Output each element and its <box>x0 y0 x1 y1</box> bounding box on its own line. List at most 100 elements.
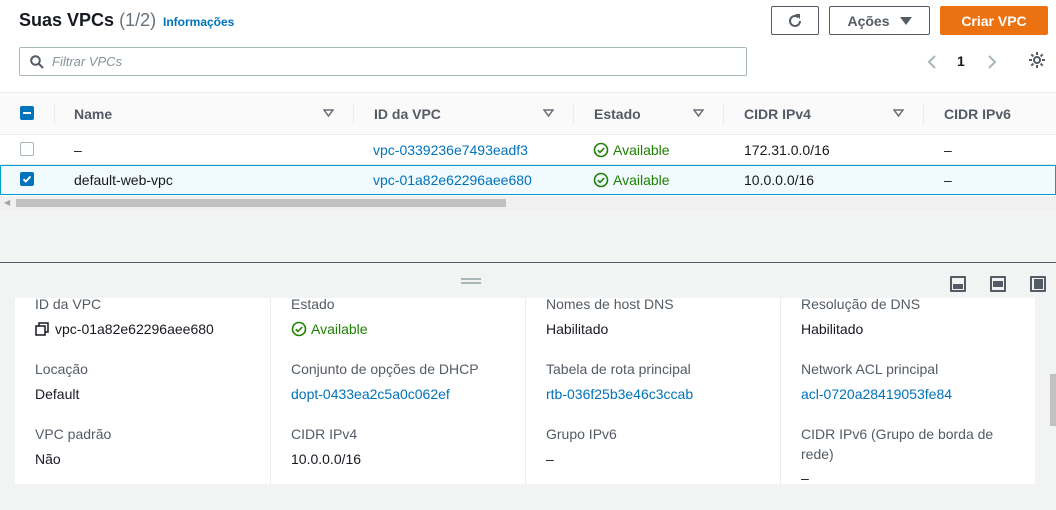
indeterminate-mark <box>23 112 31 114</box>
row-checkbox[interactable] <box>20 172 34 186</box>
column-separator <box>54 103 55 125</box>
row-checkbox[interactable] <box>20 142 34 156</box>
default-vpc-label: VPC padrão <box>35 426 112 442</box>
vpc-id-text: vpc-01a82e62296aee680 <box>55 321 214 337</box>
col-header-vpc-id[interactable]: ID da VPC <box>374 106 441 122</box>
state-text: Available <box>311 321 368 337</box>
scrollbar-thumb[interactable] <box>16 199 506 207</box>
cell-vpc-id-link[interactable]: vpc-0339236e7493eadf3 <box>373 142 528 158</box>
page-title: Suas VPCs (1/2) <box>19 10 156 31</box>
state-label: Estado <box>291 296 335 312</box>
tenancy-value: Default <box>35 386 80 402</box>
cidr-ipv4-label: CIDR IPv4 <box>291 426 358 442</box>
vpc-id-label: ID da VPC <box>35 296 102 312</box>
acl-label: Network ACL principal <box>801 361 939 377</box>
state-value: Available <box>291 321 368 337</box>
copy-icon[interactable] <box>35 322 49 336</box>
chevron-left-icon <box>927 55 936 69</box>
column-divider <box>525 298 526 484</box>
column-separator <box>573 103 574 125</box>
cell-cidr-ipv6: – <box>944 142 952 158</box>
check-icon <box>22 175 32 183</box>
col-header-name[interactable]: Name <box>74 106 112 122</box>
title-text: Suas VPCs <box>19 10 115 30</box>
layout-maximize-icon[interactable] <box>990 276 1006 292</box>
route-table-label: Tabela de rota principal <box>546 361 691 377</box>
status-check-icon <box>593 172 609 188</box>
prev-page-button[interactable] <box>926 52 938 72</box>
current-page[interactable]: 1 <box>957 53 965 69</box>
column-separator <box>723 103 724 125</box>
ipv6-pool-label: Grupo IPv6 <box>546 426 617 442</box>
cell-cidr-ipv6: – <box>944 172 952 188</box>
resize-handle-icon[interactable] <box>461 278 481 284</box>
table-row-selected[interactable]: default-web-vpc vpc-01a82e62296aee680 Av… <box>0 165 1056 195</box>
select-all-checkbox[interactable] <box>20 106 34 120</box>
next-page-button[interactable] <box>986 52 998 72</box>
layout-side-icon[interactable] <box>1030 276 1046 292</box>
cell-name: default-web-vpc <box>74 172 173 188</box>
details-panel: ID da VPC vpc-01a82e62296aee680 Locação … <box>0 296 1056 510</box>
sort-icon[interactable] <box>893 109 904 117</box>
filter-input[interactable] <box>52 54 712 69</box>
details-card: ID da VPC vpc-01a82e62296aee680 Locação … <box>15 296 1035 486</box>
status-check-icon <box>291 321 307 337</box>
table-row[interactable]: – vpc-0339236e7493eadf3 Available 172.31… <box>0 135 1056 165</box>
refresh-button[interactable] <box>771 6 819 35</box>
column-divider <box>780 298 781 484</box>
column-separator <box>353 103 354 125</box>
tenancy-label: Locação <box>35 361 88 377</box>
route-table-link[interactable]: rtb-036f25b3e46c3ccab <box>546 386 693 402</box>
cell-cidr-ipv4: 10.0.0.0/16 <box>744 172 815 188</box>
table-bottom-space <box>0 210 1056 262</box>
state-text: Available <box>613 172 670 188</box>
column-divider <box>270 298 271 484</box>
actions-button[interactable]: Ações <box>829 6 930 35</box>
col-header-cidr-ipv6[interactable]: CIDR IPv6 <box>944 106 1011 122</box>
ipv6-pool-value: – <box>546 451 554 467</box>
dns-hostnames-label: Nomes de host DNS <box>546 296 674 312</box>
filter-box[interactable] <box>19 47 747 76</box>
dhcp-link[interactable]: dopt-0433ea2c5a0c062ef <box>291 386 450 402</box>
sort-icon[interactable] <box>323 109 334 117</box>
col-header-cidr-ipv4[interactable]: CIDR IPv4 <box>744 106 811 122</box>
search-icon <box>30 54 44 69</box>
split-panel-divider[interactable] <box>0 262 1056 298</box>
chevron-right-icon <box>988 55 997 69</box>
dns-resolution-label: Resolução de DNS <box>801 296 921 312</box>
layout-bottom-icon[interactable] <box>950 276 966 292</box>
cell-state: Available <box>593 142 670 158</box>
sort-icon[interactable] <box>543 109 554 117</box>
page-header: Suas VPCs (1/2) Informações Ações Criar … <box>0 0 1056 40</box>
dns-hostnames-value: Habilitado <box>546 321 609 337</box>
dns-resolution-value: Habilitado <box>801 321 864 337</box>
cidr-ipv6-border-value: – <box>801 470 809 486</box>
dhcp-label: Conjunto de opções de DHCP <box>291 361 479 377</box>
cell-vpc-id-link[interactable]: vpc-01a82e62296aee680 <box>373 172 532 188</box>
column-separator <box>923 103 924 125</box>
vertical-scrollbar-thumb[interactable] <box>1050 374 1056 426</box>
cell-name: – <box>74 142 82 158</box>
cell-cidr-ipv4: 172.31.0.0/16 <box>744 142 830 158</box>
selection-count: (1/2) <box>119 10 157 30</box>
status-check-icon <box>593 142 609 158</box>
cidr-ipv6-border-label: CIDR IPv6 (Grupo de borda de <box>801 426 994 442</box>
sort-icon[interactable] <box>693 109 704 117</box>
horizontal-scrollbar[interactable]: ◀ <box>0 196 1056 210</box>
actions-label: Ações <box>847 12 890 29</box>
refresh-icon <box>789 13 801 27</box>
create-vpc-button[interactable]: Criar VPC <box>940 6 1048 35</box>
cidr-ipv6-border-label-cont: rede) <box>801 446 834 462</box>
gear-icon <box>1029 52 1045 68</box>
acl-link[interactable]: acl-0720a28419053fe84 <box>801 386 952 402</box>
col-header-state[interactable]: Estado <box>594 106 641 122</box>
info-link[interactable]: Informações <box>163 15 234 29</box>
state-text: Available <box>613 142 670 158</box>
create-vpc-label: Criar VPC <box>961 12 1027 29</box>
cell-state: Available <box>593 172 670 188</box>
table-header: Name ID da VPC Estado CIDR IPv4 CIDR IPv… <box>0 92 1056 135</box>
default-vpc-value: Não <box>35 451 61 467</box>
cidr-ipv4-value: 10.0.0.0/16 <box>291 451 362 467</box>
scroll-left-icon[interactable]: ◀ <box>4 198 10 207</box>
preferences-button[interactable] <box>1028 51 1046 72</box>
